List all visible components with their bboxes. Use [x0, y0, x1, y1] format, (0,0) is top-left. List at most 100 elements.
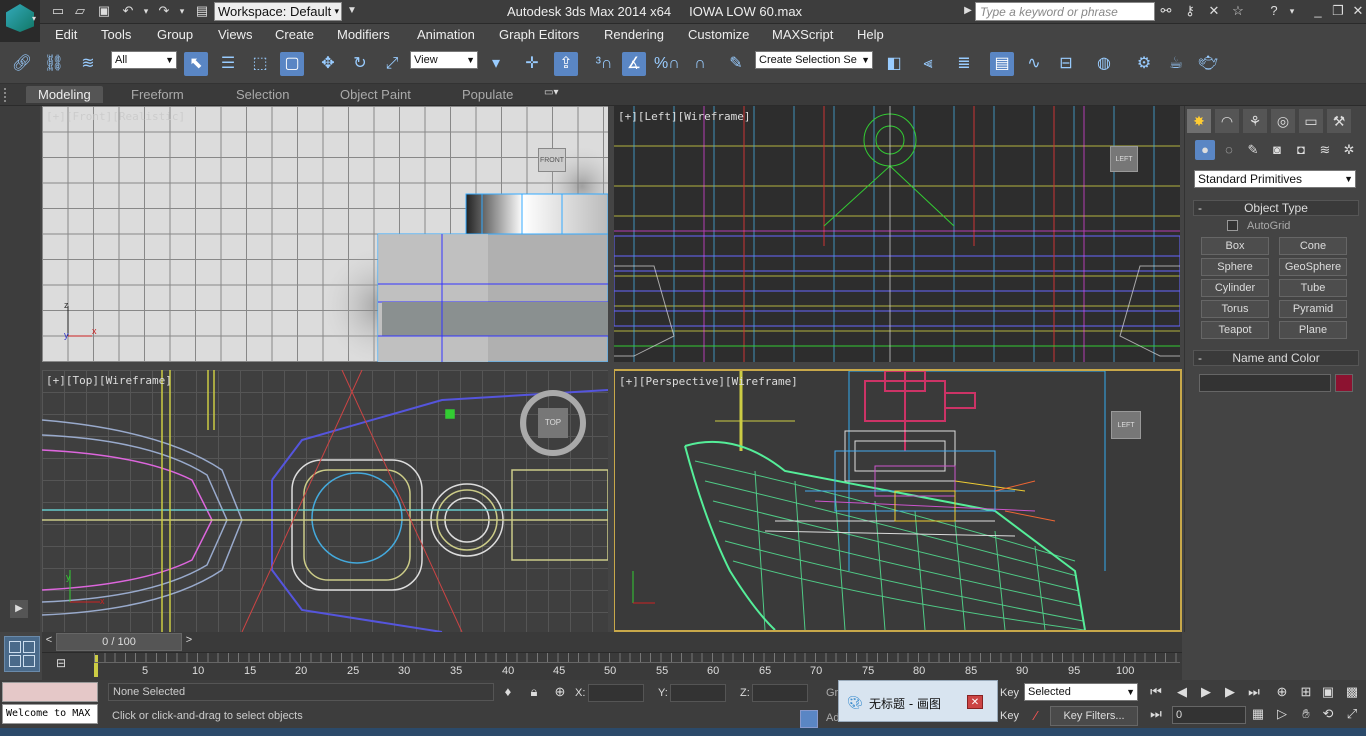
new-file-icon[interactable]: ▭: [50, 3, 66, 19]
edit-named-selection-icon[interactable]: ✎: [724, 52, 748, 76]
y-coordinate-field[interactable]: [670, 684, 726, 702]
spacewarps-icon[interactable]: ≋: [1315, 140, 1335, 160]
time-configuration-icon[interactable]: ▦: [1250, 706, 1266, 722]
viewport-left[interactable]: [+][Left][Wireframe] LEFT: [614, 106, 1180, 362]
systems-icon[interactable]: ✲: [1339, 140, 1359, 160]
geosphere-button[interactable]: GeoSphere: [1279, 258, 1347, 276]
ribbon-options-icon[interactable]: ▭▾: [544, 87, 558, 98]
help-icon[interactable]: ?: [1266, 3, 1282, 19]
tab-object-paint[interactable]: Object Paint: [340, 87, 411, 102]
viewport-top[interactable]: y x [+][Top][Wireframe] TOP: [42, 370, 608, 632]
layer-manager-icon[interactable]: ≣: [952, 52, 976, 76]
name-and-color-rollout[interactable]: - Name and Color: [1193, 350, 1359, 366]
undo-dropdown-icon[interactable]: ▾: [138, 3, 154, 19]
time-slider-thumb[interactable]: 0 / 100: [56, 633, 182, 651]
select-and-scale-icon[interactable]: ⤢: [380, 52, 404, 76]
menu-rendering[interactable]: Rendering: [604, 27, 664, 42]
key-mode-toggle-icon[interactable]: ⏭: [1148, 706, 1164, 722]
menu-customize[interactable]: Customize: [688, 27, 749, 42]
orbit-icon[interactable]: ⟲: [1320, 706, 1336, 722]
absolute-mode-icon[interactable]: ⊕: [552, 684, 568, 700]
undo-icon[interactable]: ↶: [120, 3, 136, 19]
binoculars-icon[interactable]: ⚯: [1158, 3, 1174, 19]
select-by-name-icon[interactable]: ☰: [216, 52, 240, 76]
menu-help[interactable]: Help: [857, 27, 884, 42]
render-setup-icon[interactable]: ⚙: [1132, 52, 1156, 76]
viewport-label-left[interactable]: [+][Left][Wireframe]: [618, 110, 750, 123]
viewcube-perspective[interactable]: LEFT: [1111, 411, 1141, 439]
viewport-divider-horizontal[interactable]: [42, 362, 1182, 369]
go-to-end-icon[interactable]: ⏭: [1246, 684, 1262, 700]
paint-taskbar-preview[interactable]: 🎨︎ 无标题 - 画图 ✕: [838, 680, 998, 722]
align-icon[interactable]: ⫷: [916, 52, 940, 76]
object-name-input[interactable]: [1199, 374, 1331, 392]
communication-icon[interactable]: ✕: [1206, 3, 1222, 19]
menu-modifiers[interactable]: Modifiers: [337, 27, 390, 42]
viewport-label-perspective[interactable]: [+][Perspective][Wireframe]: [619, 375, 798, 388]
redo-icon[interactable]: ↷: [156, 3, 172, 19]
mini-curve-editor-icon[interactable]: ⊟: [50, 656, 72, 674]
helpers-icon[interactable]: ◘: [1291, 140, 1311, 160]
mirror-icon[interactable]: ◧: [882, 52, 906, 76]
redo-dropdown-icon[interactable]: ▾: [174, 3, 190, 19]
search-expand-icon[interactable]: ▶: [960, 3, 976, 19]
selection-filter-dropdown[interactable]: All ▼: [111, 51, 177, 69]
app-logo-button[interactable]: ▾: [0, 0, 40, 42]
teapot-button[interactable]: Teapot: [1201, 321, 1269, 339]
restore-icon[interactable]: ❐: [1330, 3, 1346, 19]
menu-views[interactable]: Views: [218, 27, 252, 42]
menu-edit[interactable]: Edit: [55, 27, 77, 42]
tab-modeling[interactable]: Modeling: [26, 86, 103, 103]
viewport-perspective[interactable]: [+][Perspective][Wireframe] LEFT: [613, 369, 1182, 632]
next-frame-icon[interactable]: ▶︎: [1222, 684, 1238, 700]
go-to-start-icon[interactable]: ⏮: [1148, 684, 1164, 700]
menu-tools[interactable]: Tools: [101, 27, 131, 42]
viewcube-left[interactable]: LEFT: [1110, 146, 1138, 172]
render-production-icon[interactable]: 🫖︎: [1196, 52, 1220, 76]
viewport-layout-icon[interactable]: [4, 636, 40, 672]
tab-selection[interactable]: Selection: [236, 87, 289, 102]
viewport-label-front[interactable]: [+][Front][Realistic]: [46, 110, 185, 123]
x-coordinate-field[interactable]: [588, 684, 644, 702]
hierarchy-panel-tab[interactable]: ⚘: [1243, 109, 1267, 133]
reference-coordinate-dropdown[interactable]: View ▼: [410, 51, 478, 69]
previous-frame-icon[interactable]: ◀︎: [1174, 684, 1190, 700]
cameras-icon[interactable]: ◙: [1267, 140, 1287, 160]
field-of-view-icon[interactable]: ▷: [1274, 706, 1290, 722]
shapes-icon[interactable]: ◌: [1219, 140, 1239, 160]
tab-freeform[interactable]: Freeform: [131, 87, 184, 102]
keyboard-shortcut-override-icon[interactable]: ⇪: [554, 52, 578, 76]
track-bar[interactable]: 5 10 15 20 25 30 35 40 45 50 55 60 65 70…: [42, 652, 1182, 680]
zoom-all-icon[interactable]: ⊞: [1298, 684, 1314, 700]
maxscript-listener-white[interactable]: Welcome to MAX: [2, 704, 98, 724]
time-tag-icon[interactable]: [800, 710, 818, 728]
current-frame-field[interactable]: 0: [1172, 706, 1246, 724]
cylinder-button[interactable]: Cylinder: [1201, 279, 1269, 297]
box-button[interactable]: Box: [1201, 237, 1269, 255]
pan-view-icon[interactable]: ✋︎: [1298, 706, 1314, 722]
viewcube-ring[interactable]: TOP: [520, 390, 586, 456]
subscription-icon[interactable]: ⚷: [1182, 3, 1198, 19]
time-slider[interactable]: < 0 / 100 >: [42, 632, 1182, 652]
select-and-link-icon[interactable]: 🔗︎: [10, 52, 34, 76]
unlink-icon[interactable]: ⛓︎: [42, 52, 66, 76]
z-coordinate-field[interactable]: [752, 684, 808, 702]
maximize-viewport-icon[interactable]: ⤢: [1344, 706, 1360, 722]
viewcube-front[interactable]: FRONT: [538, 148, 566, 172]
viewcube-top[interactable]: TOP: [538, 408, 568, 438]
menu-graph-editors[interactable]: Graph Editors: [499, 27, 579, 42]
workspace-dropdown[interactable]: Workspace: Default ▾: [214, 2, 342, 21]
spinner-snap-icon[interactable]: ∩: [688, 52, 712, 76]
modify-panel-tab[interactable]: ◠: [1215, 109, 1239, 133]
open-file-icon[interactable]: ▱: [72, 3, 88, 19]
workspace-menu-icon[interactable]: ▼: [344, 3, 360, 19]
zoom-icon[interactable]: ⊕: [1274, 684, 1290, 700]
close-icon[interactable]: ✕: [1350, 3, 1366, 19]
rendered-frame-window-icon[interactable]: ☕︎: [1164, 52, 1188, 76]
close-icon[interactable]: ✕: [967, 695, 983, 709]
maxscript-listener-pink[interactable]: [2, 682, 98, 702]
zoom-extents-all-icon[interactable]: ▩: [1344, 684, 1360, 700]
rectangular-selection-icon[interactable]: ⬚: [248, 52, 272, 76]
tab-populate[interactable]: Populate: [462, 87, 513, 102]
select-manipulate-icon[interactable]: ✛: [520, 52, 544, 76]
